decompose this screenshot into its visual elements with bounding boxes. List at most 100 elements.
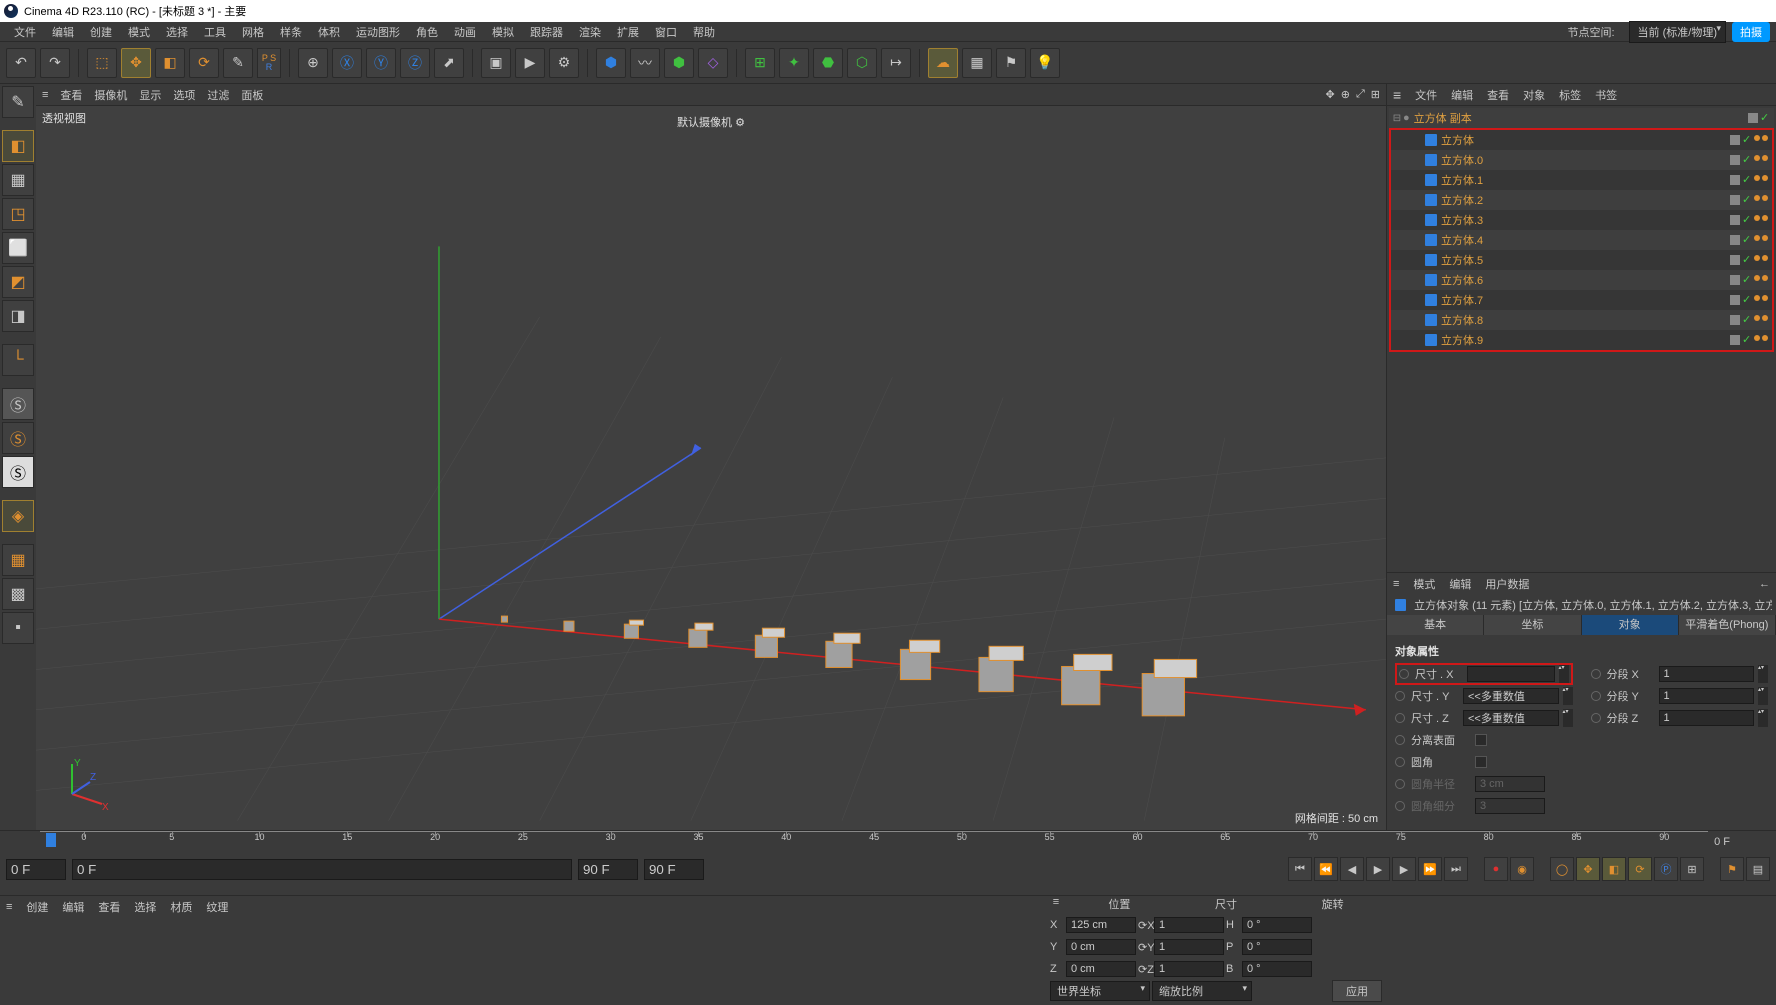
move-tool[interactable]: ✥ <box>121 48 151 78</box>
add-field-button[interactable]: ⊞ <box>745 48 775 78</box>
keyframe-dot-icon[interactable] <box>1399 669 1409 679</box>
tree-row-root[interactable]: ⊟ ● 立方体 副本 ✓ <box>1389 108 1774 128</box>
range-end-input[interactable] <box>578 859 638 880</box>
add-generator-button[interactable]: ⬢ <box>664 48 694 78</box>
phong-tag-icon[interactable] <box>1754 215 1760 221</box>
menu-tracker[interactable]: 跟踪器 <box>522 22 571 42</box>
mat-menu-material[interactable]: 材质 <box>170 899 192 915</box>
phong-tag2-icon[interactable] <box>1762 295 1768 301</box>
menu-window[interactable]: 窗口 <box>647 22 685 42</box>
object-name[interactable]: 立方体.9 <box>1441 332 1483 348</box>
upload-button[interactable]: 拍摄 <box>1732 22 1770 42</box>
key-sel-button[interactable]: ◯ <box>1550 857 1574 881</box>
phong-tag2-icon[interactable] <box>1762 255 1768 261</box>
add-light-button[interactable]: ⬡ <box>847 48 877 78</box>
size-z-input[interactable] <box>1463 710 1559 726</box>
recent-tool[interactable]: ✎ <box>223 48 253 78</box>
object-name[interactable]: 立方体.4 <box>1441 232 1483 248</box>
enable-tag-icon[interactable]: ✓ <box>1742 335 1752 345</box>
om-tab-edit[interactable]: 编辑 <box>1451 87 1473 103</box>
attr-hamburger-icon[interactable]: ≡ <box>1393 578 1399 590</box>
phong-tag2-icon[interactable] <box>1762 275 1768 281</box>
mat-menu-texture[interactable]: 纹理 <box>206 899 228 915</box>
keyframe-dot-icon[interactable] <box>1395 713 1405 723</box>
rot-h-input[interactable] <box>1242 917 1312 933</box>
tree-row[interactable]: 立方体.3 ✓ <box>1391 210 1772 230</box>
phong-tag-icon[interactable] <box>1754 155 1760 161</box>
layer-tag-icon[interactable] <box>1730 215 1740 225</box>
record-button[interactable]: ● <box>1484 857 1508 881</box>
workplane-button[interactable]: ◳ <box>2 198 34 230</box>
add-spline-button[interactable]: 〰 <box>630 48 660 78</box>
apply-button[interactable]: 应用 <box>1332 980 1382 1002</box>
make-editable-button[interactable]: ✎ <box>2 86 34 118</box>
edge-mode-button[interactable]: ◩ <box>2 266 34 298</box>
enable-tag-icon[interactable]: ✓ <box>1742 255 1752 265</box>
size-x-input[interactable] <box>1154 917 1224 933</box>
size-z-input[interactable] <box>1154 961 1224 977</box>
add-tag-button[interactable]: ↦ <box>881 48 911 78</box>
om-tab-tags[interactable]: 标签 <box>1559 87 1581 103</box>
tree-row[interactable]: 立方体.5 ✓ <box>1391 250 1772 270</box>
phong-tag-icon[interactable] <box>1754 135 1760 141</box>
key-rot-button[interactable]: ⟳ <box>1628 857 1652 881</box>
bulb-button[interactable]: 💡 <box>1030 48 1060 78</box>
enable-tag-icon[interactable]: ✓ <box>1742 235 1752 245</box>
object-name[interactable]: 立方体 <box>1441 132 1474 148</box>
pos-z-input[interactable] <box>1066 961 1136 977</box>
viewport-nav4-icon[interactable]: ⊞ <box>1371 88 1380 101</box>
goto-nextkey-button[interactable]: ⏩ <box>1418 857 1442 881</box>
attr-back-icon[interactable]: ← <box>1759 578 1770 590</box>
key-param-button[interactable]: Ⓟ <box>1654 857 1678 881</box>
seg-x-input[interactable] <box>1659 666 1755 682</box>
keyframe-dot-icon[interactable] <box>1591 691 1601 701</box>
attr-menu-userdata[interactable]: 用户数据 <box>1485 576 1529 592</box>
menu-character[interactable]: 角色 <box>408 22 446 42</box>
layer-tag-icon[interactable] <box>1730 135 1740 145</box>
range-end2-input[interactable] <box>644 859 704 880</box>
layer-tag-icon[interactable] <box>1730 335 1740 345</box>
phong-tag-icon[interactable] <box>1754 335 1760 341</box>
coord-hamburger-icon[interactable]: ≡ <box>1046 896 1066 914</box>
tree-row[interactable]: 立方体.0 ✓ <box>1391 150 1772 170</box>
point-mode-button[interactable]: ⬜ <box>2 232 34 264</box>
tree-row[interactable]: 立方体.9 ✓ <box>1391 330 1772 350</box>
tree-row[interactable]: 立方体.6 ✓ <box>1391 270 1772 290</box>
psr-lock[interactable]: P SR <box>257 48 281 78</box>
grid2-button[interactable]: ▩ <box>2 578 34 610</box>
object-name[interactable]: 立方体.0 <box>1441 152 1483 168</box>
layer-tag-icon[interactable] <box>1730 175 1740 185</box>
om-tab-bookmarks[interactable]: 书签 <box>1595 87 1617 103</box>
seg-y-input[interactable] <box>1659 688 1755 704</box>
mat-menu-edit[interactable]: 编辑 <box>62 899 84 915</box>
spinner-icon[interactable]: ▴▾ <box>1758 687 1768 705</box>
enable-tag-icon[interactable]: ✓ <box>1760 113 1770 123</box>
separate-checkbox[interactable] <box>1475 734 1487 746</box>
enable-tag-icon[interactable]: ✓ <box>1742 135 1752 145</box>
menu-mograph[interactable]: 运动图形 <box>348 22 408 42</box>
viewport-menu-panel[interactable]: 面板 <box>241 87 263 103</box>
menu-animate[interactable]: 动画 <box>446 22 484 42</box>
redo-button[interactable]: ↷ <box>40 48 70 78</box>
menu-mesh[interactable]: 网格 <box>234 22 272 42</box>
phong-tag-icon[interactable] <box>1754 295 1760 301</box>
spinner-icon[interactable]: ▴▾ <box>1559 665 1569 683</box>
attr-tab-phong[interactable]: 平滑着色(Phong) <box>1679 615 1776 635</box>
phong-tag-icon[interactable] <box>1754 175 1760 181</box>
goto-end-button[interactable]: ⏭ <box>1444 857 1468 881</box>
enable-tag-icon[interactable]: ✓ <box>1742 315 1752 325</box>
mat-menu-create[interactable]: 创建 <box>26 899 48 915</box>
add-cube-button[interactable]: ⬢ <box>596 48 626 78</box>
menu-render[interactable]: 渲染 <box>571 22 609 42</box>
layer-tag-icon[interactable] <box>1730 275 1740 285</box>
keyframe-dot-icon[interactable] <box>1591 713 1601 723</box>
phong-tag-icon[interactable] <box>1754 235 1760 241</box>
phong-tag2-icon[interactable] <box>1762 135 1768 141</box>
rotate-tool[interactable]: ⟳ <box>189 48 219 78</box>
axis-button[interactable]: └ <box>2 344 34 376</box>
coord-sys-button[interactable]: ⬈ <box>434 48 464 78</box>
floor-button[interactable]: ▦ <box>962 48 992 78</box>
pos-y-input[interactable] <box>1066 939 1136 955</box>
render-view-button[interactable]: ▣ <box>481 48 511 78</box>
autokey-button[interactable]: ◉ <box>1510 857 1534 881</box>
